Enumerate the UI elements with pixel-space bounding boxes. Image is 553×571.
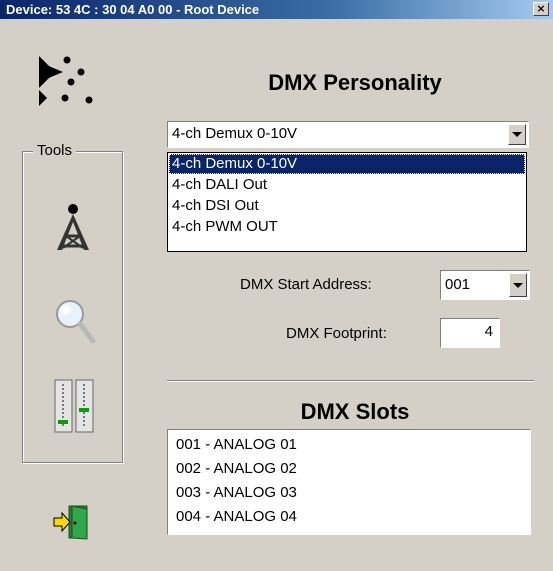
exit-door-icon[interactable] — [52, 502, 92, 542]
antenna-tower-icon[interactable] — [53, 202, 93, 252]
start-address-label: DMX Start Address: — [240, 276, 372, 293]
start-address-value: 001 — [445, 276, 471, 293]
slots-heading: DMX Slots — [300, 399, 410, 424]
list-item[interactable]: 004 - ANALOG 04 — [176, 505, 530, 529]
device-logo-icon — [39, 56, 93, 106]
tools-group: Tools — [22, 142, 123, 463]
personality-select[interactable]: 4-ch Demux 0-10V — [167, 121, 529, 148]
personality-option[interactable]: 4-ch Demux 0-10V — [169, 154, 525, 174]
chevron-down-icon[interactable] — [508, 124, 526, 145]
chevron-down-icon[interactable] — [509, 273, 527, 297]
personality-option[interactable]: 4-ch DALI Out — [169, 175, 525, 195]
list-item[interactable]: 002 - ANALOG 02 — [176, 457, 530, 481]
faders-icon[interactable] — [53, 378, 95, 434]
window-title: Device: 53 4C : 30 04 A0 00 - Root Devic… — [6, 2, 260, 17]
personality-option[interactable]: 4-ch DSI Out — [169, 196, 525, 216]
list-item[interactable]: 001 - ANALOG 01 — [176, 433, 530, 457]
start-address-select[interactable]: 001 — [440, 270, 530, 300]
magnifier-icon[interactable] — [53, 297, 97, 349]
footprint-label: DMX Footprint: — [286, 325, 387, 342]
list-item[interactable]: 003 - ANALOG 03 — [176, 481, 530, 505]
close-button[interactable]: × — [533, 2, 549, 16]
tools-label: Tools — [33, 142, 77, 159]
footprint-field[interactable]: 4 — [440, 318, 500, 348]
personality-heading: DMX Personality — [268, 70, 442, 95]
personality-dropdown-list: 4-ch Demux 0-10V 4-ch DALI Out 4-ch DSI … — [167, 152, 527, 252]
section-divider — [167, 380, 534, 382]
window-titlebar: Device: 53 4C : 30 04 A0 00 - Root Devic… — [0, 0, 553, 19]
slots-list[interactable]: 001 - ANALOG 01 002 - ANALOG 02 003 - AN… — [167, 429, 531, 535]
personality-select-value: 4-ch Demux 0-10V — [172, 125, 298, 142]
personality-option[interactable]: 4-ch PWM OUT — [169, 217, 525, 237]
